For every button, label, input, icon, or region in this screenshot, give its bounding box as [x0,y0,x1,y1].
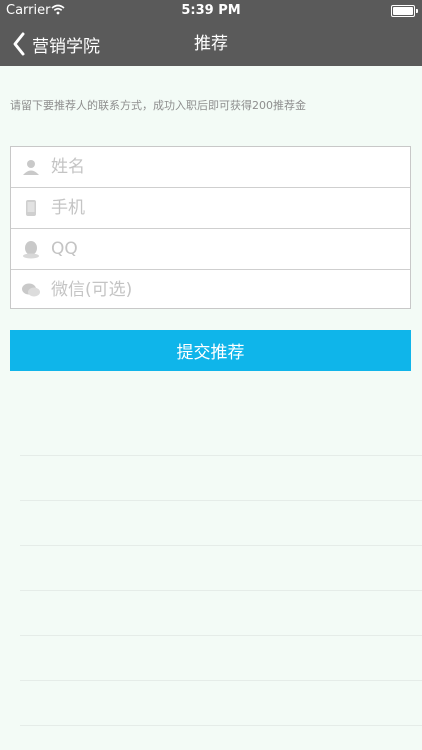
status-time: 5:39 PM [181,3,241,18]
referral-hint-text: 请留下要推荐人的联系方式，成功入职后即可获得200推荐金 [10,99,306,112]
qq-row [11,228,410,269]
referral-form [10,146,411,309]
wechat-row [11,269,410,310]
phone-input[interactable] [51,198,391,218]
page-title: 推荐 [194,34,228,54]
person-icon [23,160,39,175]
submit-referral-button[interactable]: 提交推荐 [10,330,411,371]
wechat-icon [22,283,40,297]
status-bar: Carrier 5:39 PM [0,0,422,22]
divider [20,500,422,501]
qq-input[interactable] [51,239,391,259]
wechat-input[interactable] [51,280,391,300]
qq-icon [23,241,39,259]
divider [20,725,422,726]
navigation-bar: 营销学院 推荐 [0,22,422,66]
divider [20,590,422,591]
battery-icon [391,5,418,17]
divider [20,545,422,546]
divider [20,680,422,681]
phone-icon [26,200,36,216]
name-row [11,147,410,187]
phone-row [11,187,410,228]
divider [20,635,422,636]
divider [20,455,422,456]
name-input[interactable] [51,157,391,177]
top-bar: Carrier 5:39 PM 营销学院 推荐 [0,0,422,66]
